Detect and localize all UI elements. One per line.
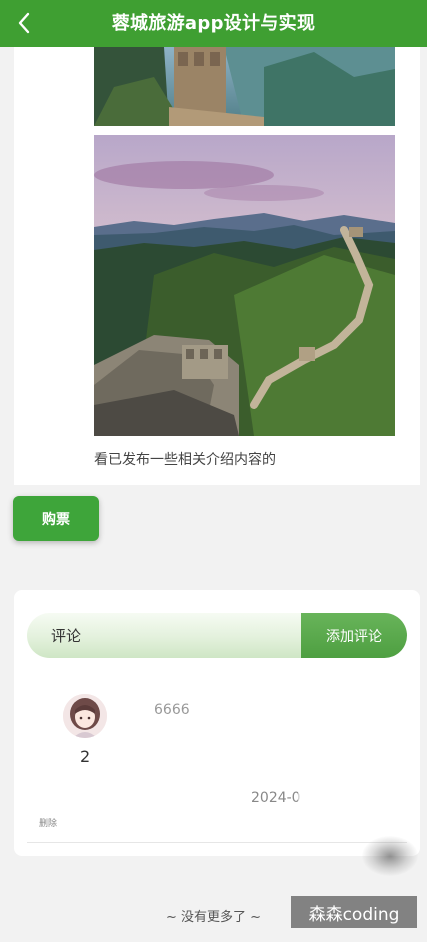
comment-date: 2024-0 [251, 790, 301, 806]
comment-divider [27, 842, 407, 843]
attraction-description: 看已发布一些相关介绍内容的 [94, 452, 276, 468]
great-wall-photo-main [94, 135, 395, 436]
top-header: 蓉城旅游app设计与实现 [0, 0, 427, 47]
floating-button-shadow [362, 836, 418, 876]
buy-ticket-button[interactable]: 购票 [13, 496, 99, 541]
attraction-content-card: 看已发布一些相关介绍内容的 [14, 47, 420, 485]
page-title: 蓉城旅游app设计与实现 [111, 13, 316, 34]
comment-text: 6666 [154, 702, 190, 718]
great-wall-photo-top [94, 47, 395, 126]
add-comment-button[interactable]: 添加评论 [301, 613, 407, 658]
comment-input[interactable] [27, 613, 301, 658]
comment-username: 2 [80, 747, 91, 766]
comment-section: 添加评论 2 6666 2024-0 删除 [14, 590, 420, 856]
user-avatar-icon [63, 694, 107, 738]
comment-bar: 添加评论 [27, 613, 407, 658]
blur-overlay [298, 752, 420, 830]
delete-comment-link[interactable]: 删除 [39, 816, 57, 829]
watermark-label: 森森coding [291, 896, 417, 928]
detail-page: 蓉城旅游app设计与实现 看已发布一些相关介绍内容的 购票 评论 添加评论 2 … [0, 0, 427, 942]
